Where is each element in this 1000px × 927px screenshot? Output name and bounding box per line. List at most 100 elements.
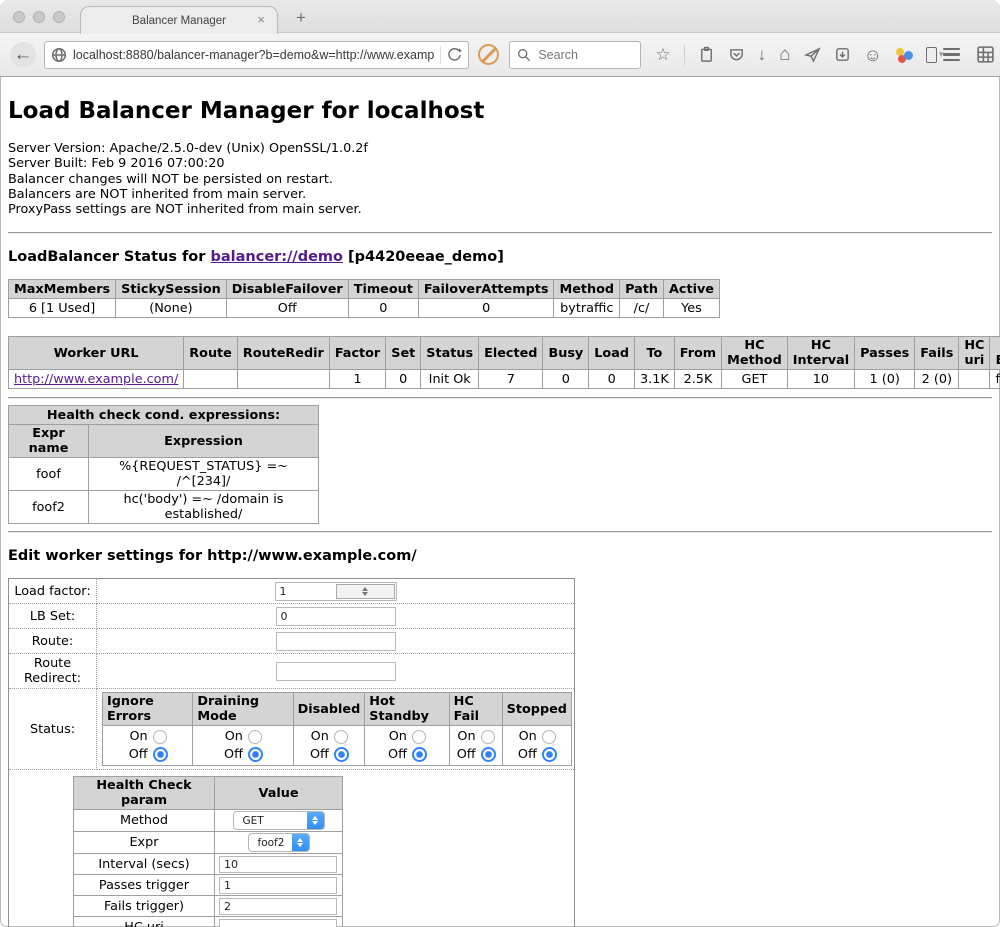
form-row: Passes trigger <box>74 875 343 896</box>
home-icon[interactable]: ⌂ <box>779 45 790 64</box>
column-header: Ignore Errors <box>103 693 193 726</box>
downloads-icon[interactable]: ↓ <box>758 46 767 63</box>
clipboard-icon[interactable] <box>698 46 715 63</box>
form-row: Expr foof2 <box>74 832 343 854</box>
bookmark-star-icon[interactable]: ☆ <box>655 46 670 63</box>
page-title: Load Balancer Manager for localhost <box>8 98 992 124</box>
globe-icon <box>51 47 67 63</box>
passes-trigger-input[interactable] <box>219 877 337 894</box>
expr-select[interactable]: foof2 <box>248 833 310 852</box>
hc-uri-input[interactable] <box>219 919 337 927</box>
balancer-demo-link[interactable]: balancer://demo <box>210 249 343 265</box>
table-cell <box>959 370 990 389</box>
column-header: Worker URL <box>9 337 184 370</box>
expr-name-cell: foof2 <box>9 491 89 524</box>
worker-url-link[interactable]: http://www.example.com/ <box>14 372 178 387</box>
table-cell: Yes <box>663 299 719 318</box>
menu-hamburger-icon[interactable] <box>943 48 960 62</box>
table-cell: foof2 <box>990 370 1000 389</box>
form-row: LB Set: <box>9 604 575 629</box>
status-draining-mode-off-radio[interactable] <box>248 747 263 762</box>
pocket-icon[interactable] <box>728 46 745 63</box>
lb-set-label: LB Set: <box>9 604 97 629</box>
url-divider <box>440 46 441 64</box>
route-input[interactable] <box>276 632 396 651</box>
search-bar[interactable] <box>509 41 641 69</box>
number-stepper-icon[interactable] <box>336 584 395 599</box>
table-cell: GET <box>722 370 788 389</box>
column-header: HC Expr <box>990 337 1000 370</box>
status-hot-standby-off-radio[interactable] <box>412 747 427 762</box>
browser-window: Balancer Manager × + ← localhost:8880/ba… <box>0 0 1000 927</box>
url-text[interactable]: localhost:8880/balancer-manager?b=demo&w… <box>73 48 434 62</box>
search-input[interactable] <box>536 47 626 63</box>
chat-smiley-icon[interactable]: ☺ <box>864 46 882 64</box>
status-stopped-off-radio[interactable] <box>542 747 557 762</box>
minimize-window-button[interactable] <box>33 11 45 23</box>
column-header: HC Interval <box>787 337 854 370</box>
screenshot-panel-icon[interactable] <box>834 46 851 63</box>
column-header: Status <box>421 337 479 370</box>
back-button[interactable]: ← <box>10 42 36 68</box>
close-window-button[interactable] <box>13 11 25 23</box>
tab-balancer-manager[interactable]: Balancer Manager × <box>80 6 278 34</box>
interval-input[interactable] <box>219 856 337 873</box>
status-disabled-off-radio[interactable] <box>334 747 349 762</box>
form-row: Health Check param Value Method GET <box>9 770 575 927</box>
window-controls <box>13 11 65 23</box>
lb-set-input[interactable] <box>276 607 396 626</box>
table-cell: 0 <box>348 299 418 318</box>
divider <box>8 531 992 533</box>
status-disabled-on-radio[interactable] <box>334 730 348 744</box>
notice-line: ProxyPass settings are NOT inherited fro… <box>8 202 992 217</box>
status-ignore-errors-off-radio[interactable] <box>153 747 168 762</box>
column-header: From <box>674 337 721 370</box>
heading-text: [p4420eeae_demo] <box>343 249 504 265</box>
passes-trigger-label: Passes trigger <box>74 875 215 896</box>
on-label: On <box>310 729 329 744</box>
load-factor-input[interactable]: 1 <box>275 582 397 601</box>
on-label: On <box>388 729 407 744</box>
table-cell: Off <box>226 299 348 318</box>
new-tab-button[interactable]: + <box>296 9 306 26</box>
column-header: Fails <box>915 337 959 370</box>
column-header: Disabled <box>293 693 365 726</box>
column-header: Value <box>215 777 343 810</box>
health-check-param-table: Health Check param Value Method GET <box>73 776 343 927</box>
hc-uri-label: HC uri <box>74 917 215 927</box>
fails-trigger-input[interactable] <box>219 898 337 915</box>
send-tab-icon[interactable] <box>804 46 821 63</box>
content-blocker-icon[interactable] <box>478 44 499 65</box>
status-stopped-on-radio[interactable] <box>542 730 556 744</box>
column-header: Passes <box>855 337 915 370</box>
status-hc-fail-on-radio[interactable] <box>481 730 495 744</box>
method-select[interactable]: GET <box>233 811 325 830</box>
off-label: Off <box>310 747 329 762</box>
off-label: Off <box>129 747 148 762</box>
server-info: Server Version: Apache/2.5.0-dev (Unix) … <box>8 141 992 217</box>
extension-dots-icon[interactable] <box>895 47 913 63</box>
load-factor-value: 1 <box>280 585 337 598</box>
status-hc-fail-off-radio[interactable] <box>481 747 496 762</box>
status-hot-standby-on-radio[interactable] <box>412 730 426 744</box>
expr-select-value: foof2 <box>249 837 293 849</box>
tab-bar: Balancer Manager × + <box>0 0 1000 33</box>
reload-icon[interactable] <box>447 47 462 62</box>
table-cell <box>184 370 238 389</box>
table-cell: 1 <box>329 370 385 389</box>
expression-cell: hc('body') =~ /domain is established/ <box>89 491 319 524</box>
url-bar[interactable]: localhost:8880/balancer-manager?b=demo&w… <box>44 41 469 69</box>
on-label: On <box>457 729 476 744</box>
worker-table: Worker URL Route RouteRedir Factor Set S… <box>8 336 1000 389</box>
route-redirect-input[interactable] <box>276 662 396 681</box>
table-cell: 10 <box>787 370 854 389</box>
tiles-grid-icon[interactable] <box>976 45 995 64</box>
device-sync-group[interactable]: ▾ <box>926 47 944 63</box>
status-draining-mode-on-radio[interactable] <box>248 730 262 744</box>
zoom-window-button[interactable] <box>53 11 65 23</box>
tab-close-icon[interactable]: × <box>257 13 265 26</box>
column-header: Expr name <box>9 425 89 458</box>
column-header: HC uri <box>959 337 990 370</box>
status-ignore-errors-on-radio[interactable] <box>153 730 167 744</box>
column-header: Timeout <box>348 280 418 299</box>
